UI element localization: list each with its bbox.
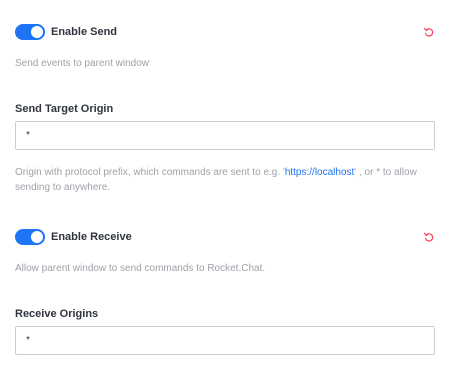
- hint-text-before: Origin with protocol prefix, which comma…: [15, 167, 285, 178]
- enable-send-hint: Send events to parent window: [15, 58, 149, 69]
- enable-receive-setting: Enable Receive: [15, 229, 132, 245]
- enable-receive-hint: Allow parent window to send commands to …: [15, 263, 266, 274]
- reset-receive-icon[interactable]: [423, 231, 435, 243]
- send-target-origin-hint: Origin with protocol prefix, which comma…: [15, 165, 435, 195]
- enable-receive-toggle[interactable]: [15, 229, 45, 245]
- send-target-origin-input[interactable]: [15, 121, 435, 150]
- enable-send-setting: Enable Send: [15, 24, 117, 40]
- enable-send-label: Enable Send: [51, 26, 118, 38]
- localhost-link[interactable]: https://localhost: [285, 167, 354, 178]
- enable-receive-label: Enable Receive: [51, 231, 132, 243]
- toggle-knob: [31, 231, 43, 243]
- receive-origins-input[interactable]: [15, 326, 435, 355]
- enable-send-toggle[interactable]: [15, 24, 45, 40]
- send-target-origin-label: Send Target Origin: [15, 103, 114, 115]
- receive-origins-label: Receive Origins: [15, 308, 99, 320]
- toggle-knob: [31, 26, 43, 38]
- reset-send-icon[interactable]: [423, 26, 435, 38]
